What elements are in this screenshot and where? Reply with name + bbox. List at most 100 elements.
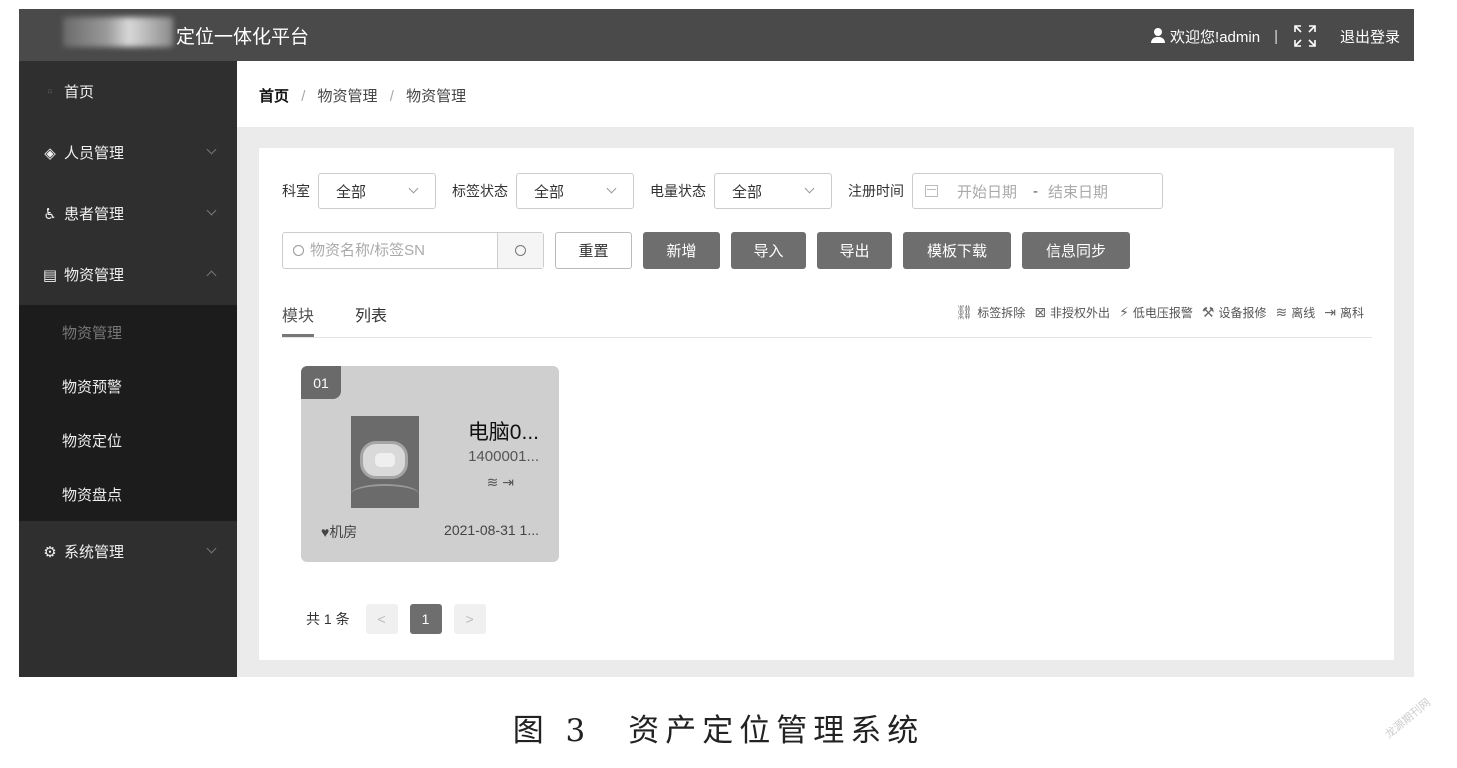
submenu-item-alerts[interactable]: 物资预警 — [19, 359, 237, 413]
breadcrumb-separator: / — [389, 88, 394, 105]
sidebar-item-label: 物资管理 — [64, 267, 125, 284]
date-range-picker[interactable]: 开始日期 - 结束日期 — [912, 173, 1163, 209]
sidebar-item-materials[interactable]: ▤ 物资管理 — [19, 244, 237, 305]
card-index-badge: 01 — [301, 366, 341, 399]
search-box — [282, 232, 544, 269]
sidebar-item-label: 患者管理 — [64, 206, 125, 223]
chevron-down-icon — [206, 144, 217, 155]
sidebar-item-label: 系统管理 — [64, 544, 125, 561]
calendar-icon — [925, 185, 938, 197]
action-row: 重置 新增 导入 导出 模板下载 信息同步 — [282, 232, 1130, 269]
legend-label: 离科 — [1339, 306, 1364, 320]
header-separator: | — [1274, 27, 1278, 45]
dept-select-value: 全部 — [336, 183, 367, 201]
sidebar-item-personnel[interactable]: ◈ 人员管理 — [19, 122, 237, 183]
info-sync-button[interactable]: 信息同步 — [1022, 232, 1130, 269]
figure-caption: 图 3 资产定位管理系统 — [512, 713, 925, 749]
sidebar-item-patients[interactable]: ♿ 患者管理 — [19, 183, 237, 244]
welcome-text: 欢迎您!admin — [1170, 28, 1261, 46]
submenu-item-inventory[interactable]: 物资盘点 — [19, 467, 237, 521]
template-download-button[interactable]: 模板下载 — [903, 232, 1011, 269]
start-date-field[interactable]: 开始日期 — [957, 181, 1017, 202]
chevron-up-icon — [206, 270, 217, 281]
status-legend: ⛓ 标签拆除 ⊠ 非授权外出 ⚡ 低电压报警 ⚒ 设备报修 ≋ 离线 ⇥ 离科 — [956, 304, 1364, 321]
asset-card[interactable]: 01 电脑0... 1400001... ≋ ⇥ ♥机房 2021-08-31 … — [301, 366, 559, 562]
register-time-label: 注册时间 — [848, 183, 904, 199]
asset-location: ♥机房 — [321, 524, 358, 540]
tag-status-select[interactable]: 全部 — [516, 173, 634, 209]
dept-select[interactable]: 全部 — [318, 173, 436, 209]
search-icon — [515, 245, 526, 256]
low-voltage-icon: ⚡ — [1119, 304, 1129, 320]
home-icon: ▫ — [47, 83, 53, 100]
submenu-item-location[interactable]: 物资定位 — [19, 413, 237, 467]
total-count: 共 1 条 — [306, 611, 350, 627]
pagination: 共 1 条 < 1 > — [306, 604, 486, 634]
prev-page-button[interactable]: < — [365, 604, 398, 634]
next-page-button[interactable]: > — [453, 604, 486, 634]
wheelchair-icon: ♿ — [43, 205, 57, 223]
app-title: 定位一体化平台 — [176, 27, 310, 48]
fullscreen-icon[interactable] — [1292, 23, 1318, 49]
top-header: 定位一体化平台 欢迎您!admin | 退出登录 — [19, 9, 1414, 61]
asset-sn: 1400001... — [468, 448, 539, 465]
offline-icon: ≋ — [1275, 304, 1288, 320]
legend-label: 低电压报警 — [1132, 306, 1193, 320]
logout-button[interactable]: 退出登录 — [1340, 26, 1400, 47]
logo — [63, 17, 173, 47]
chevron-down-icon — [606, 183, 617, 194]
search-icon — [293, 245, 304, 256]
tag-status-value: 全部 — [534, 183, 565, 201]
search-input[interactable] — [310, 242, 500, 259]
diamond-icon: ◈ — [44, 144, 56, 162]
power-status-value: 全部 — [732, 183, 763, 201]
breadcrumb-home[interactable]: 首页 — [259, 88, 289, 105]
search-button[interactable] — [497, 233, 543, 268]
view-tabs: 模块 列表 ⛓ 标签拆除 ⊠ 非授权外出 ⚡ 低电压报警 ⚒ 设备报修 ≋ 离线… — [282, 298, 1372, 338]
tag-remove-icon: ⛓ — [955, 304, 974, 320]
sidebar-item-label: 首页 — [64, 84, 95, 101]
legend-label: 标签拆除 — [977, 306, 1026, 320]
user-icon — [1150, 28, 1166, 44]
asset-name: 电脑0... — [467, 421, 539, 444]
breadcrumb-separator: / — [301, 88, 306, 105]
gear-icon: ⚙ — [43, 543, 57, 561]
sidebar: ▫ 首页 ◈ 人员管理 ♿ 患者管理 ▤ 物资管理 物资管理 物资预警 物资定位… — [19, 61, 237, 677]
legend-label: 非授权外出 — [1050, 306, 1111, 320]
list-icon: ▤ — [42, 266, 58, 284]
sidebar-item-home[interactable]: ▫ 首页 — [19, 61, 237, 122]
user-area: 欢迎您!admin | 退出登录 — [1150, 23, 1400, 49]
breadcrumb: 首页 / 物资管理 / 物资管理 — [237, 61, 1414, 127]
power-status-select[interactable]: 全部 — [714, 173, 832, 209]
reset-button[interactable]: 重置 — [555, 232, 632, 269]
asset-time: 2021-08-31 1... — [444, 522, 539, 538]
tab-block[interactable]: 模块 — [282, 302, 314, 326]
legend-label: 离线 — [1291, 306, 1316, 320]
chevron-down-icon — [804, 183, 815, 194]
import-button[interactable]: 导入 — [731, 232, 806, 269]
asset-photo — [351, 416, 419, 508]
add-button[interactable]: 新增 — [643, 232, 720, 269]
breadcrumb-level1[interactable]: 物资管理 — [318, 88, 378, 105]
active-tab-indicator — [282, 334, 314, 337]
leave-dept-icon: ⇥ — [1324, 304, 1336, 320]
tag-status-label: 标签状态 — [452, 183, 508, 199]
chevron-down-icon — [408, 183, 419, 194]
power-status-label: 电量状态 — [650, 183, 706, 199]
legend-label: 设备报修 — [1218, 306, 1267, 320]
asset-status-icons: ≋ ⇥ — [486, 474, 514, 490]
submenu-item-materials[interactable]: 物资管理 — [19, 305, 237, 359]
unauthorized-exit-icon: ⊠ — [1034, 304, 1047, 320]
filter-row: 科室 全部 标签状态 全部 电量状态 全部 注册时间 开始日期 - 结束日期 — [282, 173, 1163, 209]
end-date-field[interactable]: 结束日期 — [1048, 181, 1108, 202]
page-1-button[interactable]: 1 — [409, 604, 442, 634]
content-panel: 科室 全部 标签状态 全部 电量状态 全部 注册时间 开始日期 - 结束日期 物… — [259, 148, 1394, 660]
app-window: 定位一体化平台 欢迎您!admin | 退出登录 ▫ 首页 ◈ 人员管理 ♿ 患… — [19, 9, 1414, 677]
breadcrumb-level2: 物资管理 — [406, 88, 467, 105]
chevron-down-icon — [206, 543, 217, 554]
sidebar-item-system[interactable]: ⚙ 系统管理 — [19, 521, 237, 582]
dept-label: 科室 — [282, 183, 310, 199]
sidebar-item-label: 人员管理 — [64, 145, 125, 162]
export-button[interactable]: 导出 — [817, 232, 892, 269]
tab-list[interactable]: 列表 — [355, 302, 387, 326]
